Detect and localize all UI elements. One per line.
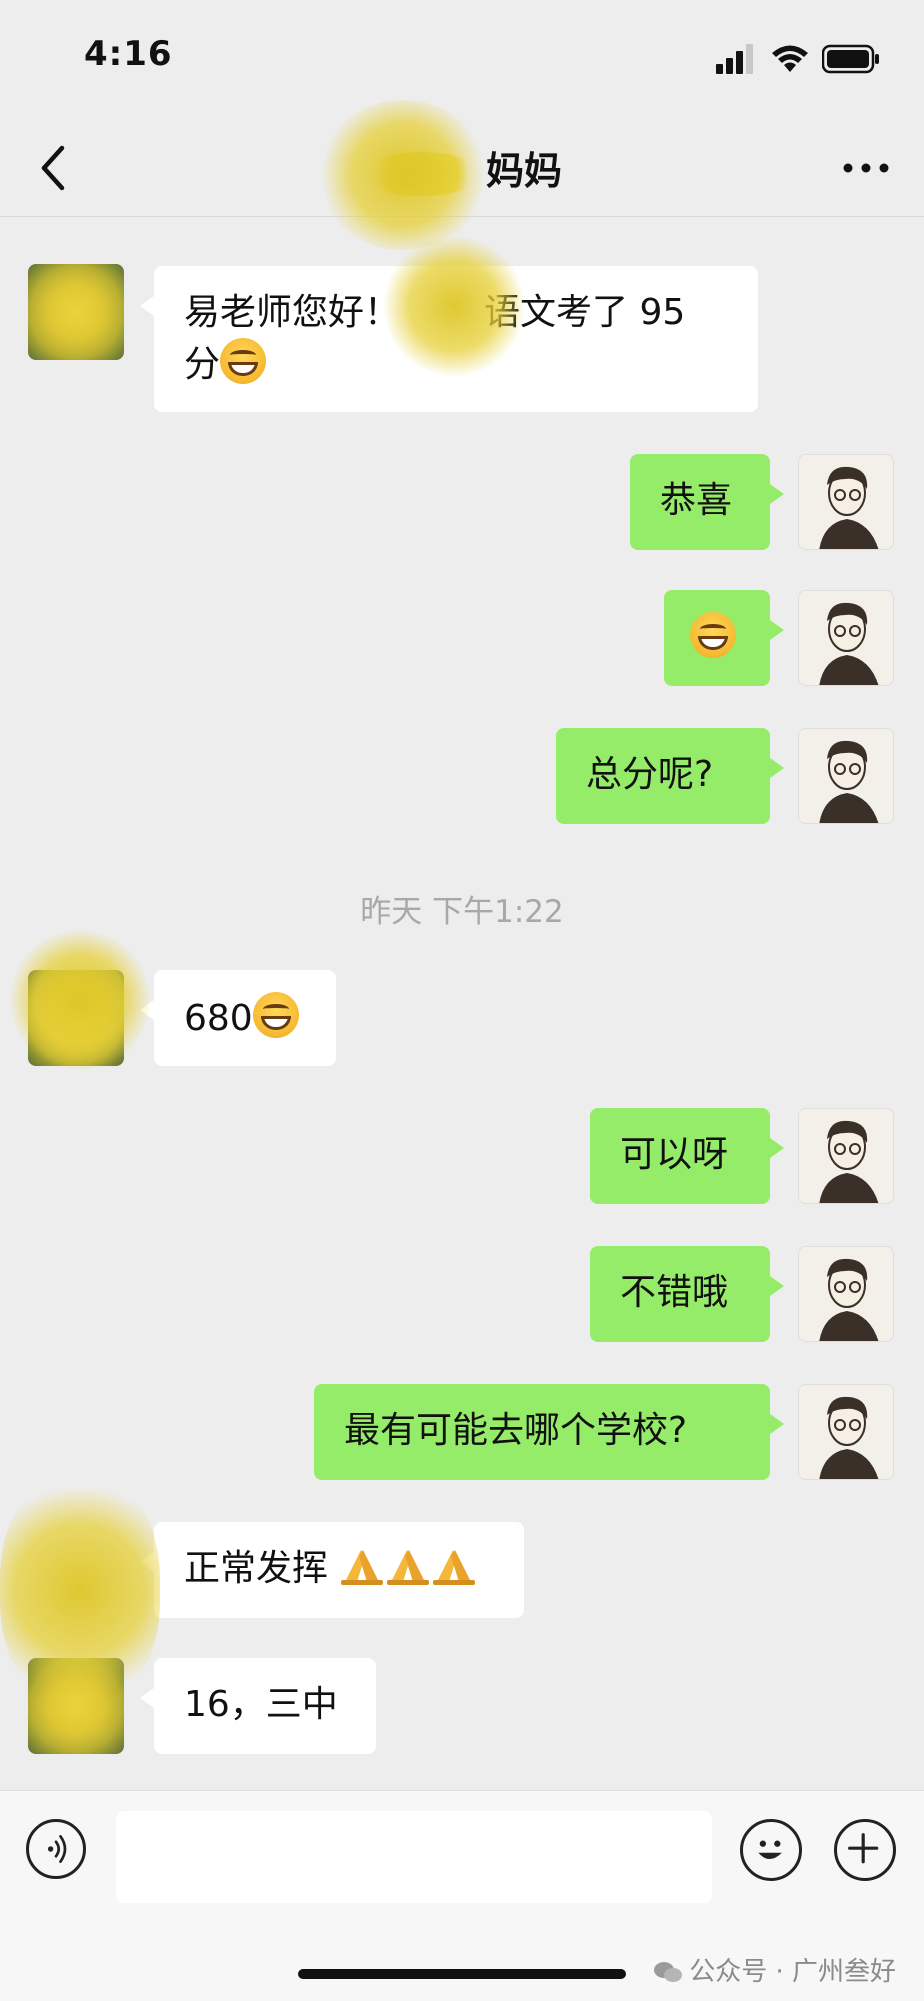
message-bubble-outgoing[interactable]	[664, 590, 784, 686]
message-input[interactable]	[116, 1811, 712, 1903]
redaction-blur	[384, 236, 524, 376]
message-bubble-incoming[interactable]: 正常发挥	[140, 1522, 524, 1618]
my-avatar[interactable]	[798, 1384, 894, 1480]
watermark: 公众号 · 广州叁好	[653, 1951, 896, 1988]
redaction-blur	[0, 1470, 160, 1710]
chat-input-bar: 公众号 · 广州叁好	[0, 1790, 924, 2001]
message-text: 680	[184, 998, 253, 1039]
plus-icon[interactable]	[834, 1819, 896, 1881]
message-text: 分	[184, 344, 221, 385]
voice-icon[interactable]	[26, 1819, 86, 1879]
message-bubble-incoming[interactable]: 16，三中	[140, 1658, 376, 1754]
more-dots-icon[interactable]	[838, 148, 894, 188]
message-bubble-incoming[interactable]: 680	[140, 970, 336, 1066]
my-avatar[interactable]	[798, 454, 894, 550]
chat-title-text: 妈妈	[485, 149, 562, 193]
redaction-blur	[318, 100, 488, 250]
wechat-icon	[654, 1962, 683, 1982]
message-bubble-outgoing[interactable]: 不错哦	[590, 1246, 784, 1342]
status-time: 4:16	[84, 34, 173, 74]
my-avatar[interactable]	[798, 590, 894, 686]
message-text: 16，三中	[184, 1684, 338, 1725]
pray-emoji-icon	[387, 1550, 430, 1585]
message-bubble-outgoing[interactable]: 最有可能去哪个学校?	[314, 1384, 784, 1480]
redaction-blur	[10, 930, 150, 1070]
message-text: 正常发挥	[184, 1548, 329, 1589]
grin-emoji-icon	[220, 338, 267, 384]
emoji-icon[interactable]	[740, 1819, 802, 1881]
message-bubble-outgoing[interactable]: 可以呀	[590, 1108, 784, 1204]
message-text: 恭喜	[660, 480, 733, 521]
wifi-icon	[772, 45, 808, 72]
grin-emoji-icon	[252, 992, 299, 1038]
contact-avatar[interactable]	[28, 264, 124, 360]
signal-icon	[716, 44, 753, 74]
message-text: 总分呢?	[586, 754, 714, 795]
message-timestamp: 昨天 下午1:22	[360, 894, 564, 930]
message-text: 可以呀	[620, 1134, 729, 1175]
message-text: 易老师您好！	[184, 292, 401, 333]
pray-emoji-icon	[341, 1550, 384, 1585]
my-avatar[interactable]	[798, 728, 894, 824]
message-text: 不错哦	[620, 1272, 729, 1313]
status-bar: 4:16	[0, 0, 924, 120]
my-avatar[interactable]	[798, 1108, 894, 1204]
message-bubble-outgoing[interactable]: 总分呢?	[556, 728, 784, 824]
grin-emoji-icon	[690, 612, 736, 658]
watermark-text: 公众号 · 广州叁好	[689, 1957, 896, 1987]
message-text: 最有可能去哪个学校?	[344, 1410, 688, 1451]
message-bubble-outgoing[interactable]: 恭喜	[630, 454, 784, 550]
my-avatar[interactable]	[798, 1246, 894, 1342]
home-indicator	[298, 1969, 626, 1979]
pray-emoji-icon	[433, 1550, 476, 1585]
battery-icon	[822, 44, 879, 74]
